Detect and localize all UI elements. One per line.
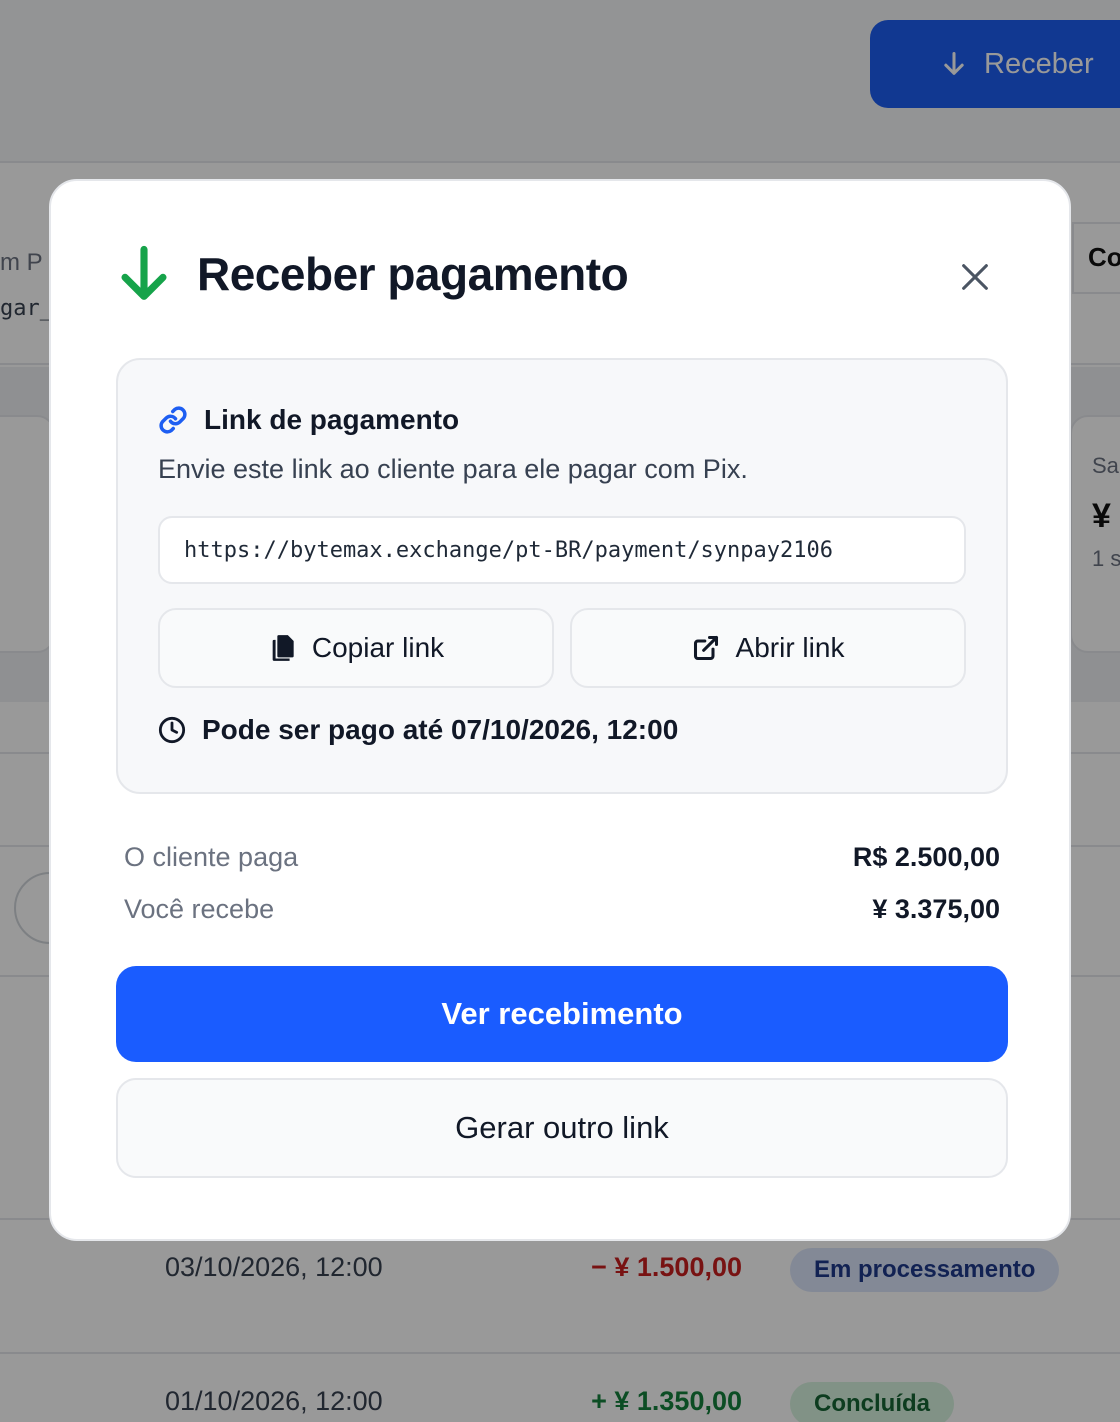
- open-link-button[interactable]: Abrir link: [570, 608, 966, 688]
- clock-icon: [158, 716, 186, 744]
- close-button[interactable]: [953, 255, 997, 299]
- payment-summary: O cliente paga R$ 2.500,00 Você recebe ¥…: [124, 831, 1000, 935]
- expiry-info: Pode ser pago até 07/10/2026, 12:00: [158, 714, 678, 746]
- generate-link-button[interactable]: Gerar outro link: [116, 1078, 1008, 1178]
- link-icon: [159, 406, 187, 434]
- summary-row-you-receive: Você recebe ¥ 3.375,00: [124, 883, 1000, 935]
- receive-payment-modal: Receber pagamento Link de pagamento Envi…: [49, 179, 1071, 1241]
- link-section-header: Link de pagamento: [158, 404, 459, 436]
- modal-title: Receber pagamento: [197, 248, 629, 300]
- view-receipt-button[interactable]: Ver recebimento: [116, 966, 1008, 1062]
- copy-icon: [272, 635, 294, 661]
- copy-link-label: Copiar link: [311, 632, 445, 663]
- close-icon: [962, 264, 988, 290]
- expiry-text: Pode ser pago até 07/10/2026, 12:00: [202, 714, 679, 745]
- link-section-title: Link de pagamento: [204, 404, 460, 435]
- open-link-label: Abrir link: [735, 632, 845, 663]
- link-actions: Copiar link Abrir link: [158, 608, 966, 688]
- payment-link-section: Link de pagamento Envie este link ao cli…: [116, 358, 1008, 794]
- summary-row-client-pays: O cliente paga R$ 2.500,00: [124, 831, 1000, 883]
- you-receive-label: Você recebe: [124, 893, 275, 924]
- client-pays-value: R$ 2.500,00: [852, 841, 1000, 872]
- you-receive-value: ¥ 3.375,00: [872, 893, 1000, 924]
- client-pays-label: O cliente paga: [124, 841, 299, 872]
- modal-header: Receber pagamento: [117, 245, 629, 303]
- external-link-icon: [693, 635, 718, 661]
- link-description: Envie este link ao cliente para ele paga…: [158, 454, 748, 484]
- arrow-down-icon: [121, 245, 167, 300]
- copy-link-button[interactable]: Copiar link: [158, 608, 554, 688]
- payment-url-field[interactable]: https://bytemax.exchange/pt-BR/payment/s…: [158, 516, 966, 584]
